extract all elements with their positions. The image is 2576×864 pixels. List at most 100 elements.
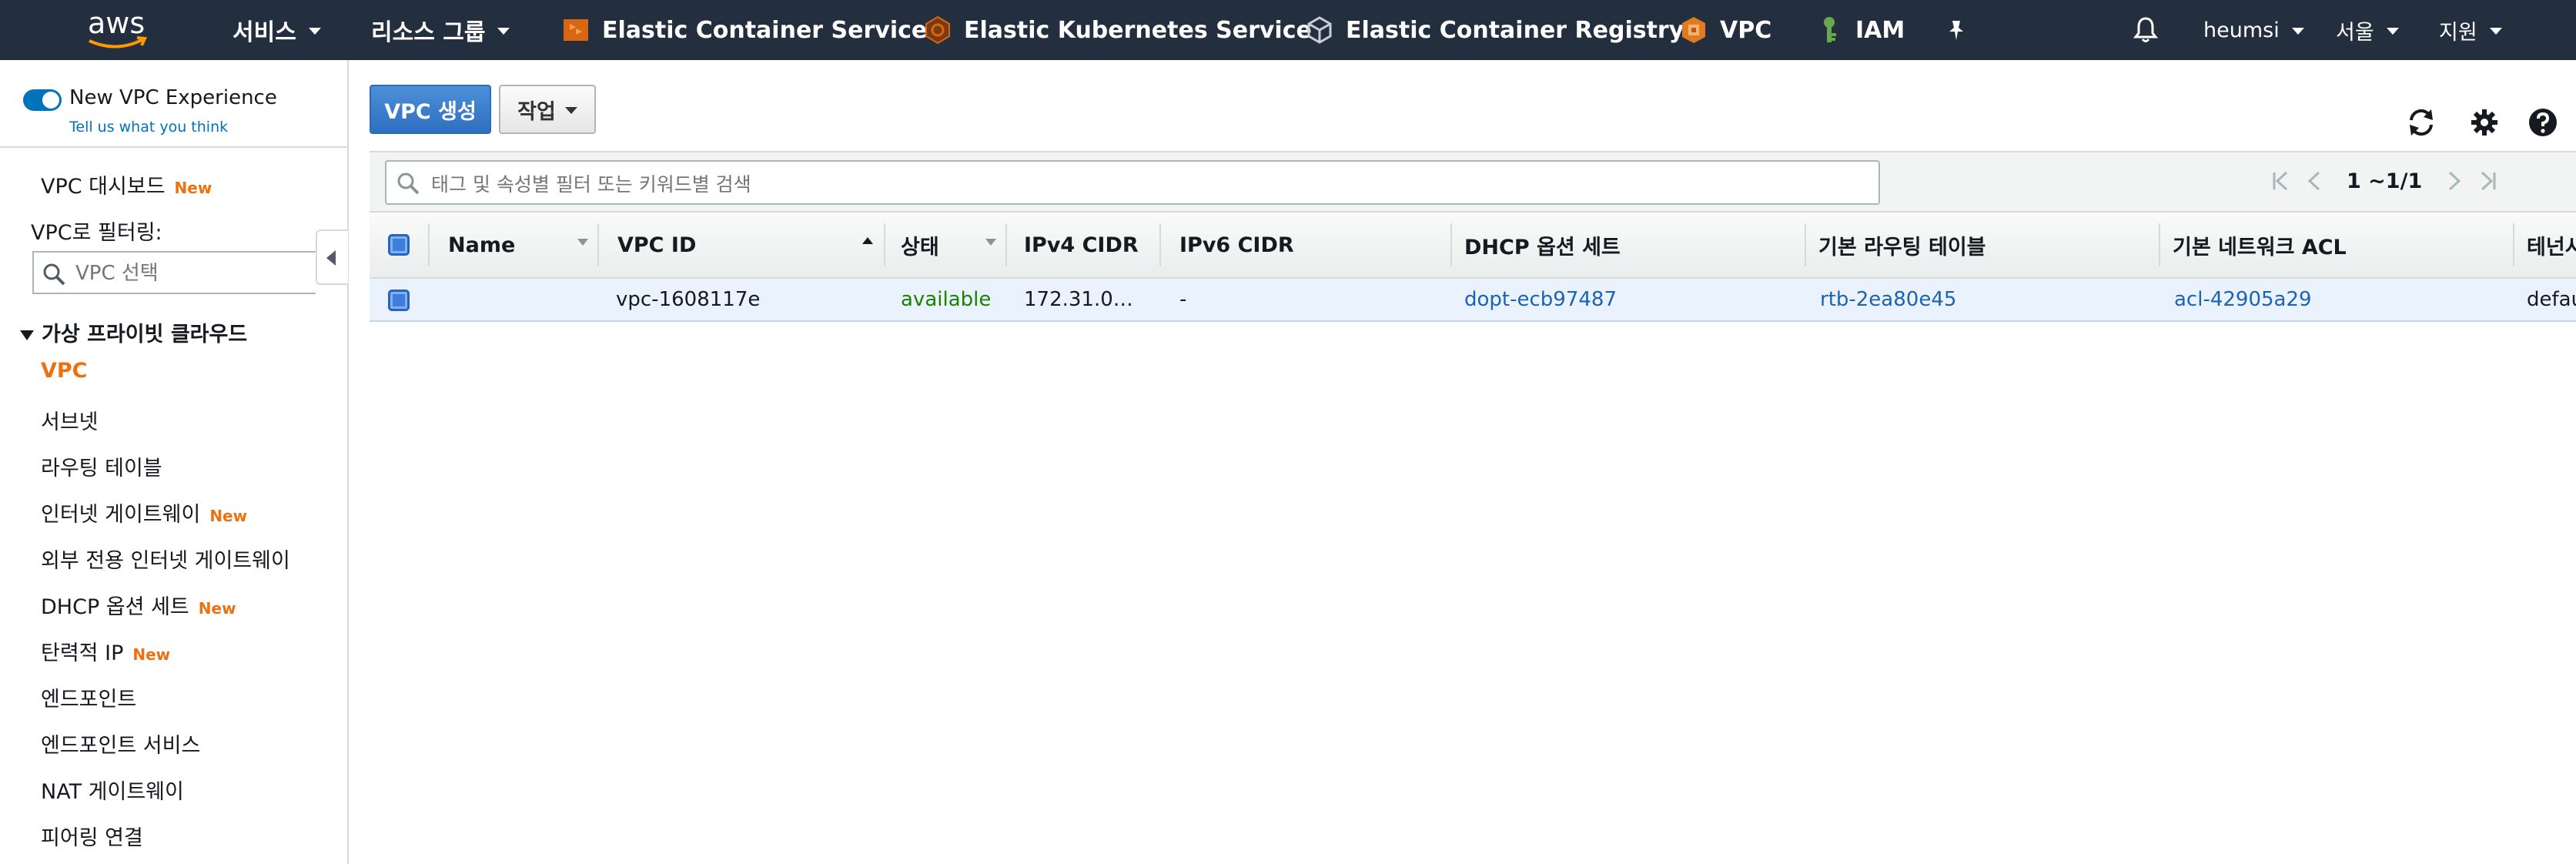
help-icon[interactable] bbox=[2527, 106, 2559, 139]
previous-page-icon[interactable] bbox=[2302, 168, 2328, 194]
chevron-down-icon bbox=[2489, 28, 2502, 35]
first-page-icon[interactable] bbox=[2268, 168, 2294, 194]
sidebar-item-dhcp-option-sets[interactable]: DHCP 옵션 세트 New bbox=[41, 590, 236, 620]
eks-icon bbox=[925, 15, 950, 45]
new-experience-label: New VPC Experience bbox=[69, 86, 277, 109]
cell-state: available bbox=[901, 288, 992, 311]
sidebar-item-subnets[interactable]: 서브넷 bbox=[41, 405, 99, 435]
favorite-iam[interactable]: IAM bbox=[1814, 0, 1905, 60]
bell-icon bbox=[2133, 17, 2159, 42]
column-header-main-network-acl[interactable]: 기본 네트워크 ACL bbox=[2173, 213, 2347, 277]
actions-button[interactable]: 작업 bbox=[499, 85, 596, 134]
vpc-icon bbox=[1682, 17, 1705, 43]
column-divider bbox=[1450, 223, 1452, 266]
table-header: Name VPC ID 상태 IPv4 CIDR IPv6 CIDR DHCP … bbox=[370, 213, 2576, 279]
feedback-link[interactable]: Tell us what you think bbox=[69, 119, 228, 136]
vpc-filter-input[interactable] bbox=[74, 259, 308, 288]
section-label: 가상 프라이빗 클라우드 bbox=[42, 323, 248, 347]
chevron-down-icon bbox=[564, 107, 577, 114]
search-input[interactable] bbox=[430, 169, 1865, 199]
column-header-ipv6-cidr[interactable]: IPv6 CIDR bbox=[1179, 213, 1294, 277]
section-virtual-private-cloud[interactable]: 가상 프라이빗 클라우드 bbox=[20, 317, 247, 347]
sidebar-item-vpc-dashboard[interactable]: VPC 대시보드 New bbox=[41, 169, 212, 199]
favorite-vpc-label: VPC bbox=[1720, 16, 1772, 44]
page-range: 1 ~1/1 bbox=[2347, 169, 2423, 193]
pin-icon bbox=[1949, 21, 1963, 40]
sidebar-item-label: 엔드포인트 서비스 bbox=[41, 734, 201, 758]
aws-logo[interactable]: aws bbox=[85, 0, 151, 60]
cell-route-table-link[interactable]: rtb-2ea80e45 bbox=[1820, 279, 2151, 320]
sidebar-item-elastic-ips[interactable]: 탄력적 IP New bbox=[41, 636, 170, 666]
region-menu[interactable]: 서울 bbox=[2336, 0, 2399, 60]
services-menu[interactable]: 서비스 bbox=[233, 0, 321, 60]
sidebar-item-route-tables[interactable]: 라우팅 테이블 bbox=[41, 451, 162, 481]
resource-groups-menu[interactable]: 리소스 그룹 bbox=[371, 0, 510, 60]
cell-tenancy: default bbox=[2527, 288, 2576, 311]
column-divider bbox=[597, 223, 599, 266]
column-header-name[interactable]: Name bbox=[448, 213, 515, 277]
chevron-down-icon bbox=[2386, 28, 2399, 35]
cell-network-acl-link[interactable]: acl-42905a29 bbox=[2174, 279, 2505, 320]
notifications-button[interactable] bbox=[2133, 0, 2159, 60]
vpc-filter-label: VPC로 필터링: bbox=[31, 221, 162, 245]
search-icon bbox=[43, 263, 65, 286]
sidebar: New VPC Experience Tell us what you thin… bbox=[0, 60, 349, 864]
chevron-down-icon bbox=[308, 28, 321, 35]
sidebar-item-label: VPC 대시보드 bbox=[41, 175, 166, 199]
sort-down-icon[interactable] bbox=[985, 239, 996, 246]
sort-up-icon[interactable] bbox=[862, 237, 873, 244]
cell-vpc-id: vpc-1608117e bbox=[616, 288, 761, 311]
sidebar-item-label: 엔드포인트 bbox=[41, 688, 137, 712]
search-icon bbox=[397, 172, 420, 195]
column-divider bbox=[884, 223, 885, 266]
aws-logo-text: aws bbox=[88, 7, 145, 40]
column-divider bbox=[428, 223, 430, 266]
chevron-down-icon bbox=[2291, 28, 2304, 35]
sort-down-icon[interactable] bbox=[577, 239, 588, 246]
column-header-dhcp-options[interactable]: DHCP 옵션 세트 bbox=[1464, 213, 1621, 277]
user-menu[interactable]: heumsi bbox=[2203, 0, 2304, 60]
sidebar-item-peering-connections[interactable]: 피어링 연결 bbox=[41, 821, 143, 851]
sidebar-item-nat-gateways[interactable]: NAT 게이트웨이 bbox=[41, 775, 184, 805]
select-all-checkbox[interactable] bbox=[388, 234, 410, 256]
sidebar-collapse-button[interactable] bbox=[316, 229, 348, 285]
favorite-vpc[interactable]: VPC bbox=[1678, 0, 1771, 60]
row-checkbox[interactable] bbox=[388, 290, 410, 311]
cell-name bbox=[448, 279, 587, 320]
favorite-ecr[interactable]: Elastic Container Registry bbox=[1304, 0, 1684, 60]
cell-ipv6-cidr: - bbox=[1179, 288, 1187, 311]
sidebar-item-endpoint-services[interactable]: 엔드포인트 서비스 bbox=[41, 728, 200, 759]
column-header-ipv4-cidr[interactable]: IPv4 CIDR bbox=[1024, 213, 1139, 277]
ecr-icon bbox=[1307, 16, 1332, 44]
column-divider bbox=[2513, 223, 2514, 266]
user-menu-label: heumsi bbox=[2203, 18, 2280, 42]
column-header-vpc-id[interactable]: VPC ID bbox=[617, 213, 696, 277]
sidebar-item-internet-gateways[interactable]: 인터넷 게이트웨이 New bbox=[41, 497, 247, 527]
vpc-filter bbox=[32, 251, 316, 294]
sidebar-item-label: 탄력적 IP bbox=[41, 641, 124, 665]
refresh-icon[interactable] bbox=[2405, 106, 2437, 139]
next-page-icon[interactable] bbox=[2441, 168, 2467, 194]
pin-favorites[interactable] bbox=[1945, 0, 1968, 60]
column-header-main-route-table[interactable]: 기본 라우팅 테이블 bbox=[1818, 213, 1986, 277]
sidebar-item-egress-only-gateways[interactable]: 외부 전용 인터넷 게이트웨이 bbox=[41, 544, 290, 574]
table-row[interactable]: vpc-1608117e available 172.31.0.0/16 - d… bbox=[370, 279, 2576, 322]
favorite-ecs[interactable]: Elastic Container Service bbox=[560, 0, 927, 60]
sidebar-item-label: 라우팅 테이블 bbox=[41, 457, 162, 481]
gear-icon[interactable] bbox=[2468, 106, 2501, 139]
cell-dhcp-options-link[interactable]: dopt-ecb97487 bbox=[1464, 279, 1795, 320]
new-experience-toggle[interactable] bbox=[23, 89, 62, 111]
aws-logo-icon: aws bbox=[88, 7, 147, 49]
favorite-eks[interactable]: Elastic Kubernetes Service bbox=[922, 0, 1312, 60]
column-header-tenancy[interactable]: 테넌시 bbox=[2527, 213, 2576, 277]
support-menu[interactable]: 지원 bbox=[2439, 0, 2502, 60]
sidebar-item-vpc[interactable]: VPC bbox=[41, 359, 88, 383]
sidebar-item-endpoints[interactable]: 엔드포인트 bbox=[41, 682, 136, 712]
column-divider bbox=[1005, 223, 1007, 266]
sidebar-item-label: NAT 게이트웨이 bbox=[41, 780, 184, 804]
column-header-state[interactable]: 상태 bbox=[901, 213, 939, 277]
last-page-icon[interactable] bbox=[2474, 168, 2501, 194]
favorite-iam-label: IAM bbox=[1855, 16, 1905, 44]
create-vpc-button[interactable]: VPC 생성 bbox=[370, 85, 491, 134]
ecs-icon bbox=[564, 19, 588, 41]
